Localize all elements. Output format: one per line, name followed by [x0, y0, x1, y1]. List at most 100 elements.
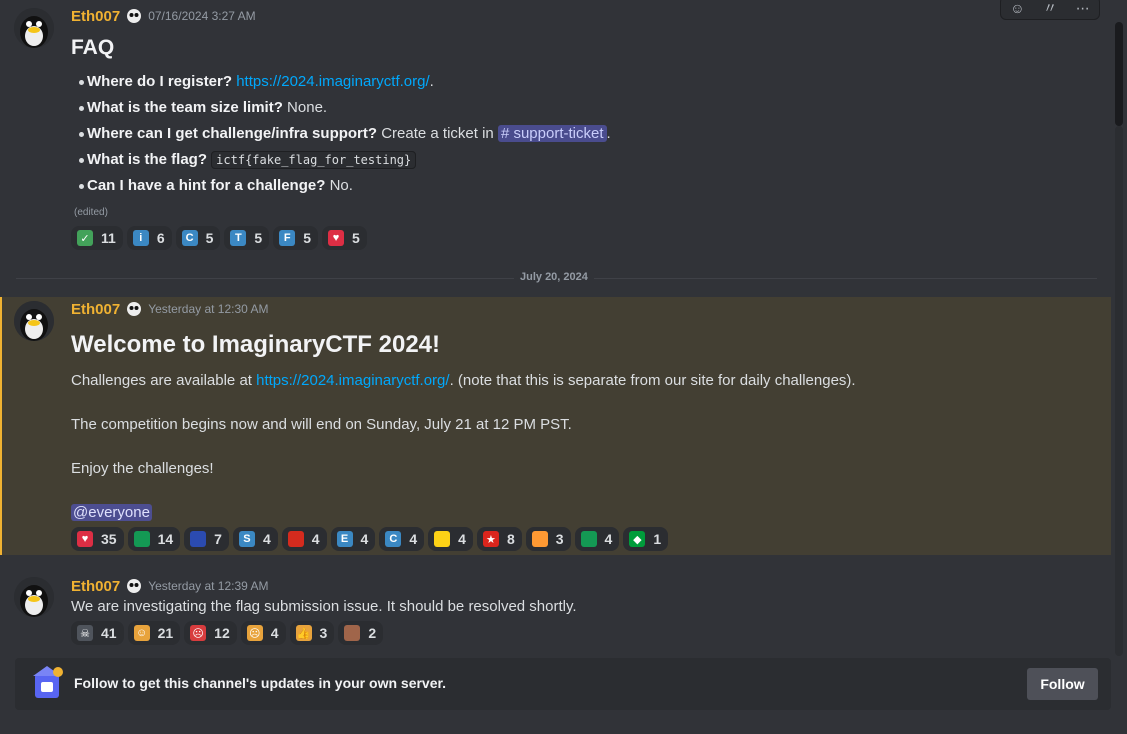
- scrollbar-thumb[interactable]: [1115, 22, 1123, 126]
- flag-brazil-icon: ◆: [629, 531, 646, 547]
- follow-banner-text: Follow to get this channel's updates in …: [74, 675, 447, 691]
- reaction-custom-emoji[interactable]: 2: [338, 621, 384, 645]
- reaction-bar: ✓ 11 i 6 C 5 T 5 F 5 ♥ 5: [71, 226, 367, 250]
- reaction-heart[interactable]: ♥ 35: [71, 527, 124, 551]
- reaction-letter-e[interactable]: E4: [330, 527, 376, 551]
- skull-icon: ☠: [77, 625, 93, 641]
- reaction-flag-vietnam[interactable]: ★ 8: [476, 527, 522, 551]
- bullet-icon: [79, 80, 84, 85]
- custom-emoji-icon: [344, 625, 361, 641]
- message-welcome: Eth007 Yesterday at 12:30 AM Welcome to …: [0, 297, 1111, 555]
- reaction-count: 4: [409, 531, 418, 547]
- reaction-count: 5: [205, 230, 214, 246]
- reaction-saluting-face[interactable]: ☺ 21: [127, 621, 181, 645]
- reaction-count: 8: [506, 531, 515, 547]
- faq-item: What is the team size limit? None.: [87, 99, 328, 116]
- username[interactable]: Eth007: [71, 8, 120, 25]
- timestamp[interactable]: Yesterday at 12:30 AM: [148, 302, 268, 316]
- reaction-count: 2: [368, 625, 377, 641]
- register-link[interactable]: https://2024.imaginaryctf.org/: [236, 73, 429, 90]
- flag-portugal-icon: [287, 531, 304, 547]
- scrollbar-track[interactable]: [1115, 126, 1123, 656]
- message-faq: Eth007 07/16/2024 3:27 AM FAQ Where do I…: [0, 0, 1111, 255]
- role-badge-icon: [126, 8, 142, 24]
- reaction-bar: ♥ 35 14 7 S 4 4 E 4 C 4 4 ★ 8 3 4 ◆ 1: [71, 527, 669, 551]
- reaction-count: 14: [157, 531, 174, 547]
- heart-icon: ♥: [77, 531, 93, 547]
- reaction-count: 3: [319, 625, 328, 641]
- reaction-count: 11: [101, 230, 116, 246]
- username[interactable]: Eth007: [71, 301, 120, 318]
- letter-i-icon: i: [132, 230, 149, 246]
- reaction-flag-palestine[interactable]: 14: [127, 527, 181, 551]
- reaction-flag-france[interactable]: 7: [184, 527, 229, 551]
- letter-c-icon: C: [385, 531, 402, 547]
- flag-france-icon: [190, 531, 207, 547]
- reaction-heart[interactable]: ♥ 5: [322, 226, 367, 250]
- message-text-line: Challenges are available at https://2024…: [71, 372, 856, 389]
- announcement-channel-icon: [29, 664, 65, 702]
- bullet-icon: [79, 184, 84, 189]
- channel-mention-support-ticket[interactable]: # support-ticket: [497, 125, 607, 142]
- timestamp[interactable]: Yesterday at 12:39 AM: [148, 579, 268, 593]
- letter-c-icon: C: [181, 230, 198, 246]
- reaction-count: 41: [101, 625, 117, 641]
- reaction-count: 3: [555, 531, 564, 547]
- reaction-count: 35: [101, 531, 117, 547]
- bullet-icon: [79, 106, 84, 111]
- reaction-letter-c[interactable]: C4: [379, 527, 425, 551]
- avatar[interactable]: [14, 301, 54, 341]
- thumbs-up-icon: 👍: [295, 625, 312, 641]
- reaction-angry-face[interactable]: ☹ 12: [184, 621, 237, 645]
- reaction-count: 4: [604, 531, 613, 547]
- bullet-icon: [79, 132, 84, 137]
- reaction-flag-india[interactable]: 3: [525, 527, 571, 551]
- faq-item: What is the flag? ictf{fake_flag_for_tes…: [87, 150, 417, 170]
- message-text-line: @everyone: [71, 503, 152, 523]
- date-divider: July 20, 2024: [514, 271, 594, 283]
- username[interactable]: Eth007: [71, 578, 120, 595]
- reaction-flag-portugal[interactable]: 4: [281, 527, 327, 551]
- follow-button[interactable]: Follow: [1027, 668, 1098, 700]
- reaction-count: 5: [352, 230, 360, 246]
- hash-icon: #: [500, 125, 510, 142]
- competition-link[interactable]: https://2024.imaginaryctf.org/: [256, 372, 449, 389]
- faq-item: Where do I register? https://2024.imagin…: [87, 73, 434, 90]
- follow-channel-banner: Follow to get this channel's updates in …: [15, 658, 1111, 710]
- reaction-skull[interactable]: ☠ 41: [71, 621, 124, 645]
- saluting-face-icon: ☺: [133, 625, 150, 641]
- reaction-letter-c[interactable]: C5: [175, 226, 221, 250]
- reaction-thumbs-up[interactable]: 👍 3: [289, 621, 335, 645]
- everyone-mention[interactable]: @everyone: [71, 504, 152, 521]
- reaction-flag-palestine[interactable]: 4: [574, 527, 620, 551]
- reaction-letter-f[interactable]: F5: [273, 226, 318, 250]
- reaction-letter-s[interactable]: S4: [232, 527, 278, 551]
- role-badge-icon: [126, 301, 142, 317]
- reaction-count: 12: [214, 625, 230, 641]
- faq-item: Where can I get challenge/infra support?…: [87, 125, 611, 142]
- reaction-count: 4: [262, 531, 271, 547]
- message-text-line: Enjoy the challenges!: [71, 460, 214, 477]
- reaction-count: 6: [156, 230, 165, 246]
- flag-vietnam-icon: ★: [482, 531, 499, 547]
- avatar[interactable]: [14, 577, 54, 617]
- reaction-letter-i[interactable]: i6: [126, 226, 172, 250]
- message-text: We are investigating the flag submission…: [71, 598, 577, 615]
- reaction-letter-t[interactable]: T5: [224, 226, 270, 250]
- reaction-crying-face[interactable]: ☹ 4: [240, 621, 286, 645]
- edited-label: (edited): [74, 207, 108, 218]
- bullet-icon: [79, 158, 84, 163]
- faq-item: Can I have a hint for a challenge? No.: [87, 177, 353, 194]
- flag-romania-icon: [434, 531, 451, 547]
- welcome-heading: Welcome to ImaginaryCTF 2024!: [71, 331, 440, 358]
- timestamp[interactable]: 07/16/2024 3:27 AM: [148, 9, 255, 23]
- letter-t-icon: T: [230, 230, 247, 246]
- reaction-flag-romania[interactable]: 4: [428, 527, 473, 551]
- avatar[interactable]: [14, 8, 54, 48]
- reaction-count: 4: [458, 531, 466, 547]
- crying-face-icon: ☹: [246, 625, 263, 641]
- reaction-check-mark[interactable]: ✓ 11: [71, 226, 123, 250]
- inline-code: ictf{fake_flag_for_testing}: [211, 151, 417, 169]
- flag-palestine-icon: [580, 531, 597, 547]
- reaction-flag-brazil[interactable]: ◆ 1: [623, 527, 669, 551]
